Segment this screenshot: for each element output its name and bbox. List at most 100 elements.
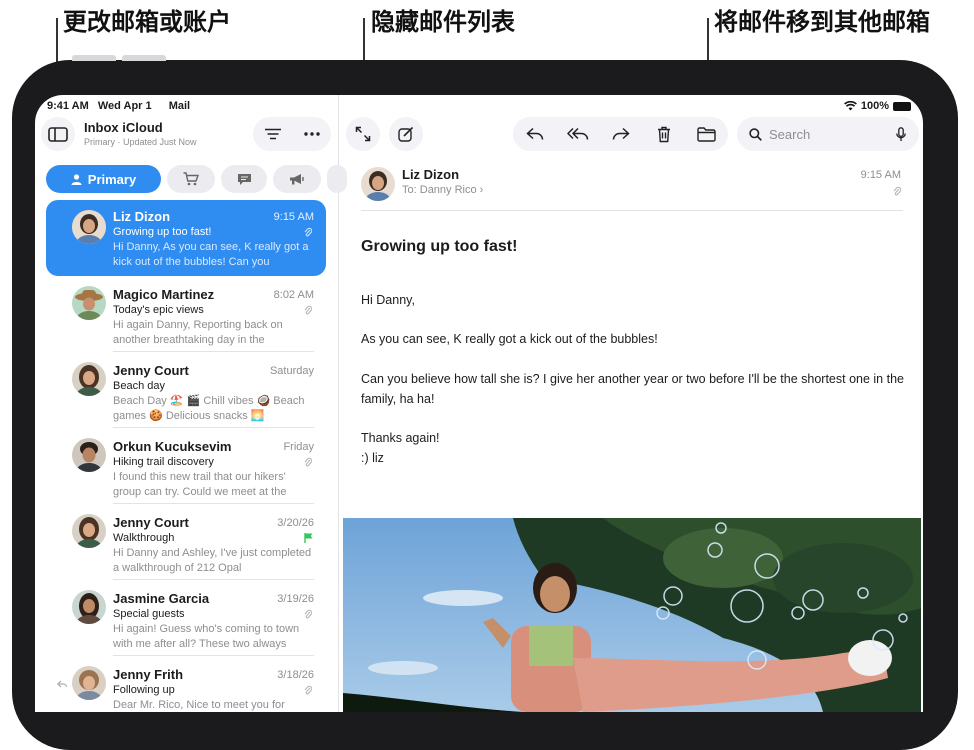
message-preview: Hi again Danny, Reporting back on anothe… (113, 319, 283, 346)
avatar (72, 590, 106, 624)
message-subject: Today's epic views (113, 304, 204, 316)
message-time: 3/20/26 (277, 517, 314, 529)
reply-icon (525, 127, 543, 140)
message-subject: Special guests (113, 608, 185, 620)
header-divider (361, 210, 903, 211)
avatar (72, 286, 106, 320)
move-to-mailbox-button[interactable] (685, 126, 728, 142)
message-sender: Liz Dizon (113, 209, 171, 224)
email-signoff: :) liz (361, 451, 384, 465)
email-recipients[interactable]: To: Danny Rico › (402, 184, 483, 196)
callout-change-mailbox: 更改邮箱或账户 (63, 8, 231, 36)
cart-icon (183, 172, 199, 186)
replied-icon (57, 680, 67, 688)
message-row[interactable]: Jenny Court 3/20/26 Walkthrough Hi Danny… (46, 506, 326, 582)
email-greeting: Hi Danny, (361, 293, 415, 307)
search-placeholder: Search (769, 126, 811, 142)
message-preview: Dear Mr. Rico, Nice to meet you for (113, 699, 285, 711)
trash-icon (657, 126, 670, 142)
avatar (72, 666, 106, 700)
list-actions-pill (253, 117, 331, 151)
message-time: Friday (283, 441, 314, 453)
message-preview: Beach Day 🏖️ 🎬 Chill vibes 🥥 Beach games… (113, 395, 305, 422)
attachment-icon (304, 227, 312, 237)
category-tab-updates[interactable] (221, 165, 267, 193)
reply-button[interactable] (513, 127, 556, 141)
attachment-icon (304, 685, 312, 695)
message-sender: Jenny Court (113, 515, 189, 530)
folder-icon (697, 126, 716, 142)
hide-list-button[interactable] (346, 117, 380, 151)
more-button[interactable] (292, 132, 331, 136)
search-field[interactable]: Search (737, 117, 919, 151)
forward-icon (612, 127, 630, 140)
avatar (72, 210, 106, 244)
message-row[interactable]: Jenny Court Saturday Beach day Beach Day… (46, 354, 326, 430)
row-divider (113, 579, 314, 580)
message-row[interactable]: Jenny Frith 3/18/26 Following up Dear Mr… (46, 658, 326, 712)
category-tab-label: Primary (87, 171, 137, 187)
category-tab-transactions[interactable] (167, 165, 215, 193)
message-sender: Jasmine Garcia (113, 591, 210, 606)
callout-hide-list: 隐藏邮件列表 (371, 8, 515, 36)
sender-avatar (361, 167, 395, 201)
ellipsis-icon (303, 132, 320, 136)
chat-icon (237, 173, 251, 185)
sidebar-icon (48, 126, 68, 142)
row-divider (113, 427, 314, 428)
message-row[interactable]: Magico Martinez 8:02 AM Today's epic vie… (46, 278, 326, 354)
message-time: 8:02 AM (273, 289, 314, 301)
message-row[interactable]: Jasmine Garcia 3/19/26 Special guests Hi… (46, 582, 326, 658)
compose-button[interactable] (389, 117, 423, 151)
avatar (72, 362, 106, 396)
email-to-label: To: (402, 184, 417, 196)
message-list-pane: Inbox iCloud Primary · Updated Just Now … (35, 95, 347, 712)
attachment-icon (304, 609, 312, 619)
message-time: 9:15 AM (273, 211, 314, 223)
message-row-selected[interactable]: Liz Dizon 9:15 AM Growing up too fast! H… (46, 200, 326, 276)
category-tab-promotions[interactable] (273, 165, 321, 193)
mailbox-subtitle: Primary · Updated Just Now (84, 137, 197, 147)
avatar (72, 514, 106, 548)
row-divider (113, 351, 314, 352)
flag-icon (304, 533, 313, 543)
reading-pane: Search Liz Dizon To: Danny Rico › 9:15 A… (339, 95, 923, 712)
filter-icon (264, 128, 281, 140)
megaphone-icon (290, 173, 304, 184)
email-paragraph-1: As you can see, K really got a kick out … (361, 332, 658, 346)
email-from[interactable]: Liz Dizon (402, 167, 459, 182)
filter-button[interactable] (253, 128, 292, 140)
reply-all-icon (566, 127, 588, 140)
attachment-icon (304, 457, 312, 467)
attachment-icon (893, 186, 901, 196)
mailbox-title[interactable]: Inbox iCloud (84, 120, 163, 135)
forward-button[interactable] (599, 127, 642, 141)
message-actions-toolbar (513, 117, 728, 151)
message-preview: Hi Danny, As you can see, K really got a… (113, 241, 309, 268)
message-preview: Hi again! Guess who's coming to town wit… (113, 623, 300, 650)
microphone-icon (896, 126, 906, 141)
sidebar-toggle-button[interactable] (41, 117, 75, 151)
callout-move-message: 将邮件移到其他邮箱 (714, 8, 930, 36)
message-time: Saturday (269, 365, 314, 377)
compose-icon (398, 126, 414, 142)
ipad-screen: 9:41 AM Wed Apr 1 Mail 100% Inbox iCloud… (35, 95, 923, 712)
row-divider (113, 655, 314, 656)
expand-arrows-icon (355, 126, 371, 142)
delete-button[interactable] (642, 126, 685, 143)
message-sender: Orkun Kucuksevim (113, 439, 232, 454)
reply-all-button[interactable] (556, 127, 599, 141)
email-thanks: Thanks again! (361, 431, 440, 445)
avatar (72, 438, 106, 472)
email-photo-attachment[interactable] (343, 518, 921, 712)
message-sender: Jenny Court (113, 363, 189, 378)
search-icon (749, 127, 762, 141)
message-sender: Magico Martinez (113, 287, 215, 302)
email-time: 9:15 AM (860, 169, 901, 181)
message-subject: Growing up too fast! (113, 226, 212, 238)
message-subject: Walkthrough (113, 532, 175, 544)
message-row[interactable]: Orkun Kucuksevim Friday Hiking trail dis… (46, 430, 326, 506)
category-tab-primary[interactable]: Primary (46, 165, 161, 193)
chevron-right-icon: › (479, 184, 484, 196)
email-paragraph-2: Can you believe how tall she is? I give … (361, 372, 904, 406)
